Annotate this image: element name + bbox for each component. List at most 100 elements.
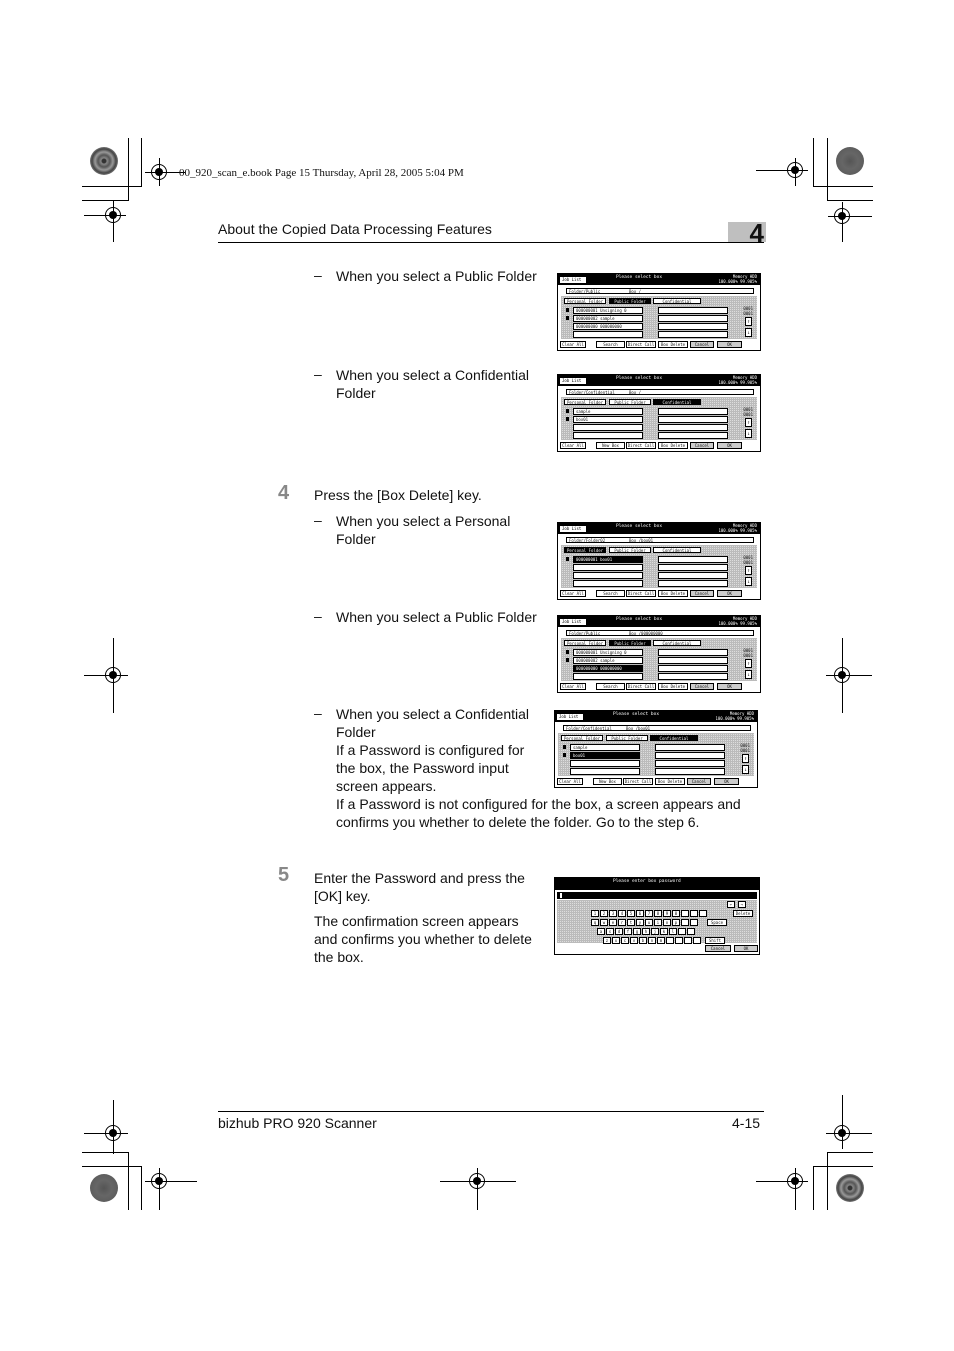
- box-list-item[interactable]: 000000002 sample: [573, 657, 643, 664]
- search-button[interactable]: Search: [596, 683, 625, 690]
- box-delete-button[interactable]: Box Delete: [658, 341, 688, 348]
- box-list-item[interactable]: [658, 556, 728, 563]
- keyboard-key[interactable]: c: [621, 937, 629, 944]
- keyboard-key[interactable]: [675, 937, 683, 944]
- box-list-item[interactable]: [658, 307, 728, 314]
- box-delete-button[interactable]: Box Delete: [658, 590, 688, 597]
- box-list-item[interactable]: 000000001 Unsigning 0: [573, 649, 643, 656]
- box-list-item[interactable]: [658, 564, 728, 571]
- box-delete-button[interactable]: Box Delete: [658, 442, 688, 449]
- keyboard-key[interactable]: [687, 928, 695, 935]
- box-list-item[interactable]: 000000000 000000000: [573, 665, 643, 672]
- box-list-item[interactable]: box01: [570, 752, 640, 759]
- keyboard-key[interactable]: 2: [600, 910, 608, 917]
- box-list-item[interactable]: [658, 323, 728, 330]
- box-list-item[interactable]: 000000001 box01: [573, 556, 643, 563]
- box-list-item[interactable]: [658, 572, 728, 579]
- direct-call-button[interactable]: Direct Call: [626, 683, 656, 690]
- tab-confidential[interactable]: Confidential: [650, 735, 698, 741]
- keyboard-key[interactable]: d: [615, 928, 623, 935]
- keyboard-key[interactable]: 0: [672, 910, 680, 917]
- box-list-item[interactable]: [658, 424, 728, 431]
- tab-personal-folder[interactable]: Personal Folder: [564, 547, 606, 553]
- keyboard-key[interactable]: [666, 937, 674, 944]
- scroll-up-button[interactable]: ↑: [742, 754, 749, 763]
- scroll-up-button[interactable]: ↑: [745, 418, 752, 427]
- scroll-up-button[interactable]: ↑: [745, 659, 752, 668]
- clear-all-button[interactable]: Clear All: [557, 778, 583, 785]
- keyboard-key[interactable]: 9: [663, 910, 671, 917]
- cancel-button[interactable]: Cancel: [690, 341, 714, 348]
- search-button[interactable]: Search: [596, 590, 625, 597]
- direct-call-button[interactable]: Direct Call: [626, 341, 656, 348]
- job-list-button[interactable]: Job List: [560, 619, 586, 625]
- keyboard-key[interactable]: t: [627, 919, 635, 926]
- keyboard-key[interactable]: [699, 910, 707, 917]
- keyboard-key[interactable]: 8: [654, 910, 662, 917]
- tab-public-folder[interactable]: Public Folder: [609, 640, 651, 646]
- tab-public-folder[interactable]: Public Folder: [609, 298, 651, 304]
- box-list-item[interactable]: [573, 580, 643, 587]
- box-list-item[interactable]: [655, 760, 725, 767]
- keyboard-key[interactable]: b: [639, 937, 647, 944]
- box-list-item[interactable]: sample: [573, 408, 643, 415]
- keyboard-key[interactable]: e: [609, 919, 617, 926]
- job-list-button[interactable]: Job List: [560, 277, 586, 283]
- box-list-item[interactable]: [658, 432, 728, 439]
- direct-call-button[interactable]: Direct Call: [626, 590, 656, 597]
- keyboard-key[interactable]: x: [612, 937, 620, 944]
- left-arrow-key[interactable]: ←: [727, 901, 735, 908]
- tab-personal-folder[interactable]: Personal Folder: [564, 640, 606, 646]
- scroll-down-button[interactable]: ↓: [745, 429, 752, 438]
- box-list-item[interactable]: [573, 673, 643, 680]
- clear-all-button[interactable]: Clear All: [560, 590, 586, 597]
- keyboard-key[interactable]: 6: [636, 910, 644, 917]
- keyboard-key[interactable]: 5: [627, 910, 635, 917]
- keyboard-key[interactable]: s: [606, 928, 614, 935]
- ok-button[interactable]: OK: [714, 778, 739, 785]
- ok-button[interactable]: OK: [717, 683, 742, 690]
- keyboard-key[interactable]: h: [642, 928, 650, 935]
- right-arrow-key[interactable]: →: [738, 901, 746, 908]
- cancel-button[interactable]: Cancel: [687, 778, 711, 785]
- scroll-up-button[interactable]: ↑: [745, 317, 752, 326]
- keyboard-key[interactable]: u: [645, 919, 653, 926]
- space-key[interactable]: Space: [707, 919, 727, 926]
- tab-public-folder[interactable]: Public Folder: [606, 735, 648, 741]
- tab-confidential[interactable]: Confidential: [653, 298, 701, 304]
- scroll-down-button[interactable]: ↓: [745, 670, 752, 679]
- cancel-button[interactable]: Cancel: [690, 590, 714, 597]
- box-list-item[interactable]: [658, 673, 728, 680]
- box-list-item[interactable]: [658, 408, 728, 415]
- keyboard-key[interactable]: z: [603, 937, 611, 944]
- job-list-button[interactable]: Job List: [560, 526, 586, 532]
- box-list-item[interactable]: box01: [573, 416, 643, 423]
- keyboard-key[interactable]: a: [597, 928, 605, 935]
- keyboard-key[interactable]: 1: [591, 910, 599, 917]
- keyboard-key[interactable]: g: [633, 928, 641, 935]
- ok-button[interactable]: OK: [734, 945, 758, 952]
- keyboard-key[interactable]: l: [669, 928, 677, 935]
- box-list-item[interactable]: [573, 432, 643, 439]
- keyboard-key[interactable]: y: [636, 919, 644, 926]
- new-box-button[interactable]: New Box: [593, 778, 622, 785]
- box-list-item[interactable]: [573, 564, 643, 571]
- tab-personal-folder[interactable]: Personal Folder: [564, 399, 606, 405]
- box-list-item[interactable]: [655, 744, 725, 751]
- box-list-item[interactable]: [658, 331, 728, 338]
- keyboard-key[interactable]: 4: [618, 910, 626, 917]
- keyboard-key[interactable]: q: [591, 919, 599, 926]
- tab-personal-folder[interactable]: Personal Folder: [564, 298, 606, 304]
- keyboard-key[interactable]: r: [618, 919, 626, 926]
- cancel-button[interactable]: Cancel: [690, 442, 714, 449]
- box-list-item[interactable]: [573, 424, 643, 431]
- ok-button[interactable]: OK: [717, 442, 742, 449]
- box-delete-button[interactable]: Box Delete: [658, 683, 688, 690]
- box-list-item[interactable]: [655, 752, 725, 759]
- box-list-item[interactable]: [570, 760, 640, 767]
- keyboard-key[interactable]: 3: [609, 910, 617, 917]
- scroll-up-button[interactable]: ↑: [745, 566, 752, 575]
- box-list-item[interactable]: [655, 768, 725, 775]
- box-list-item[interactable]: 000000002 sample: [573, 315, 643, 322]
- job-list-button[interactable]: Job List: [560, 378, 586, 384]
